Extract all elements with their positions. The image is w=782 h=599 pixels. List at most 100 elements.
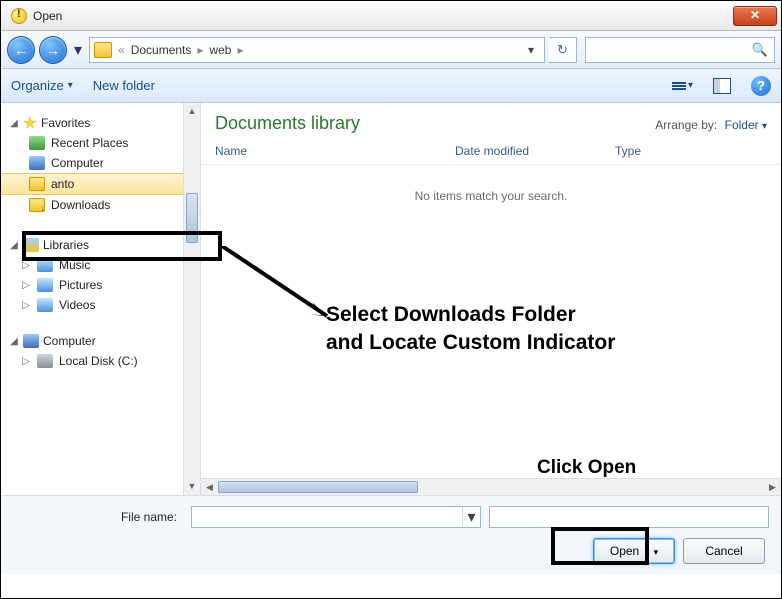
list-icon bbox=[672, 82, 686, 90]
music-icon bbox=[37, 258, 53, 272]
sidebar-item-downloads[interactable]: Downloads bbox=[1, 195, 200, 215]
address-bar[interactable]: « Documents ▸ web ▸ ▾ bbox=[89, 37, 545, 63]
sidebar-item-computer[interactable]: Computer bbox=[1, 153, 200, 173]
nav-history-dropdown[interactable]: ▾ bbox=[71, 36, 85, 64]
sidebar-item-music[interactable]: ▷ Music bbox=[1, 255, 200, 275]
app-icon bbox=[11, 8, 27, 24]
expand-icon: ◢ bbox=[9, 240, 19, 251]
library-title: Documents library bbox=[215, 113, 360, 134]
expand-icon: ▷ bbox=[21, 280, 31, 291]
back-button[interactable]: ← bbox=[7, 36, 35, 64]
chevron-down-icon: ▾ bbox=[762, 121, 767, 132]
expand-icon: ◢ bbox=[9, 336, 19, 347]
computer-group: ◢ Computer ▷ Local Disk (C:) bbox=[1, 331, 200, 371]
open-label: Open bbox=[610, 544, 639, 558]
organize-menu[interactable]: Organize ▾ bbox=[11, 78, 73, 93]
sidebar-item-label: Downloads bbox=[51, 198, 110, 212]
chevron-down-icon[interactable]: ▾ bbox=[462, 507, 480, 527]
computer-header[interactable]: ◢ Computer bbox=[1, 331, 200, 351]
help-button[interactable]: ? bbox=[751, 76, 771, 96]
view-mode-button[interactable]: ▾ bbox=[672, 80, 693, 91]
scroll-track[interactable] bbox=[218, 479, 764, 495]
computer-icon bbox=[29, 156, 45, 170]
breadcrumb-prefix: « bbox=[118, 43, 125, 57]
filename-input[interactable] bbox=[192, 510, 462, 524]
refresh-button[interactable]: ↻ bbox=[549, 37, 577, 63]
arrange-dropdown[interactable]: Folder ▾ bbox=[725, 118, 767, 132]
sidebar-scrollbar[interactable]: ▲ ▼ bbox=[183, 103, 200, 495]
chevron-down-icon: ▾ bbox=[647, 547, 659, 557]
arrange-by: Arrange by: Folder ▾ bbox=[655, 118, 767, 132]
chevron-down-icon: ▾ bbox=[68, 80, 73, 91]
sidebar-item-local-disk[interactable]: ▷ Local Disk (C:) bbox=[1, 351, 200, 371]
content-h-scrollbar[interactable]: ◀ ▶ bbox=[201, 478, 781, 495]
computer-icon bbox=[23, 334, 39, 348]
scroll-thumb[interactable] bbox=[218, 481, 418, 493]
search-input[interactable] bbox=[592, 43, 752, 57]
arrange-label: Arrange by: bbox=[655, 118, 717, 132]
organize-label: Organize bbox=[11, 78, 64, 93]
scroll-right-icon[interactable]: ▶ bbox=[764, 482, 781, 493]
breadcrumb-documents[interactable]: Documents bbox=[125, 43, 198, 57]
toolbar: Organize ▾ New folder ▾ ? bbox=[1, 69, 781, 103]
sidebar-item-pictures[interactable]: ▷ Pictures bbox=[1, 275, 200, 295]
expand-icon: ▷ bbox=[21, 300, 31, 311]
computer-label: Computer bbox=[43, 334, 96, 348]
new-folder-button[interactable]: New folder bbox=[93, 78, 155, 93]
search-icon: 🔍 bbox=[752, 42, 768, 58]
close-button[interactable]: ✕ bbox=[733, 6, 777, 26]
filetype-filter[interactable] bbox=[489, 506, 769, 528]
sidebar-item-label: Computer bbox=[51, 156, 104, 170]
scroll-down-icon[interactable]: ▼ bbox=[184, 478, 200, 495]
address-dropdown[interactable]: ▾ bbox=[522, 43, 540, 57]
star-icon bbox=[23, 116, 37, 130]
libraries-header[interactable]: ◢ Libraries bbox=[1, 235, 200, 255]
sidebar-item-label: Music bbox=[59, 258, 90, 272]
title-bar: Open ✕ bbox=[1, 1, 781, 31]
chevron-down-icon: ▾ bbox=[688, 80, 693, 91]
forward-button[interactable]: → bbox=[39, 36, 67, 64]
expand-icon: ▷ bbox=[21, 356, 31, 367]
folder-icon bbox=[29, 177, 45, 191]
breadcrumb-sep: ▸ bbox=[237, 43, 243, 57]
sidebar-item-label: Videos bbox=[59, 298, 95, 312]
search-box[interactable]: 🔍 bbox=[585, 37, 775, 63]
sidebar-item-anto[interactable]: anto bbox=[1, 173, 200, 195]
pictures-icon bbox=[37, 278, 53, 292]
content-pane: Documents library Arrange by: Folder ▾ N… bbox=[201, 103, 781, 495]
column-headers: Name Date modified Type bbox=[201, 138, 781, 165]
arrange-value: Folder bbox=[725, 118, 759, 132]
scroll-up-icon[interactable]: ▲ bbox=[184, 103, 200, 120]
favorites-group: ◢ Favorites Recent Places Computer anto … bbox=[1, 113, 200, 215]
expand-icon: ◢ bbox=[9, 118, 19, 129]
disk-icon bbox=[37, 354, 53, 368]
libraries-group: ◢ Libraries ▷ Music ▷ Pictures ▷ Videos bbox=[1, 235, 200, 315]
breadcrumb-web[interactable]: web bbox=[203, 43, 237, 57]
preview-pane-button[interactable] bbox=[713, 78, 731, 94]
bottom-bar: File name: ▾ Open ▾ Cancel bbox=[1, 495, 781, 574]
sidebar-item-label: Pictures bbox=[59, 278, 102, 292]
sidebar-item-label: Local Disk (C:) bbox=[59, 354, 138, 368]
download-icon bbox=[29, 198, 45, 212]
cancel-button[interactable]: Cancel bbox=[683, 538, 765, 564]
sidebar-item-label: anto bbox=[51, 177, 74, 191]
open-button[interactable]: Open ▾ bbox=[593, 538, 675, 564]
col-type[interactable]: Type bbox=[615, 144, 767, 158]
favorites-header[interactable]: ◢ Favorites bbox=[1, 113, 200, 133]
folder-icon bbox=[94, 42, 112, 58]
nav-bar: ← → ▾ « Documents ▸ web ▸ ▾ ↻ 🔍 bbox=[1, 31, 781, 69]
nav-sidebar: ◢ Favorites Recent Places Computer anto … bbox=[1, 103, 201, 495]
libraries-label: Libraries bbox=[43, 238, 89, 252]
col-date-modified[interactable]: Date modified bbox=[455, 144, 615, 158]
expand-icon: ▷ bbox=[21, 260, 31, 271]
scroll-left-icon[interactable]: ◀ bbox=[201, 482, 218, 493]
filename-combobox[interactable]: ▾ bbox=[191, 506, 481, 528]
libraries-icon bbox=[23, 238, 39, 252]
sidebar-item-recent-places[interactable]: Recent Places bbox=[1, 133, 200, 153]
sidebar-item-label: Recent Places bbox=[51, 136, 128, 150]
col-name[interactable]: Name bbox=[215, 144, 455, 158]
videos-icon bbox=[37, 298, 53, 312]
scroll-thumb[interactable] bbox=[186, 193, 198, 243]
sidebar-item-videos[interactable]: ▷ Videos bbox=[1, 295, 200, 315]
filename-label: File name: bbox=[13, 510, 183, 524]
